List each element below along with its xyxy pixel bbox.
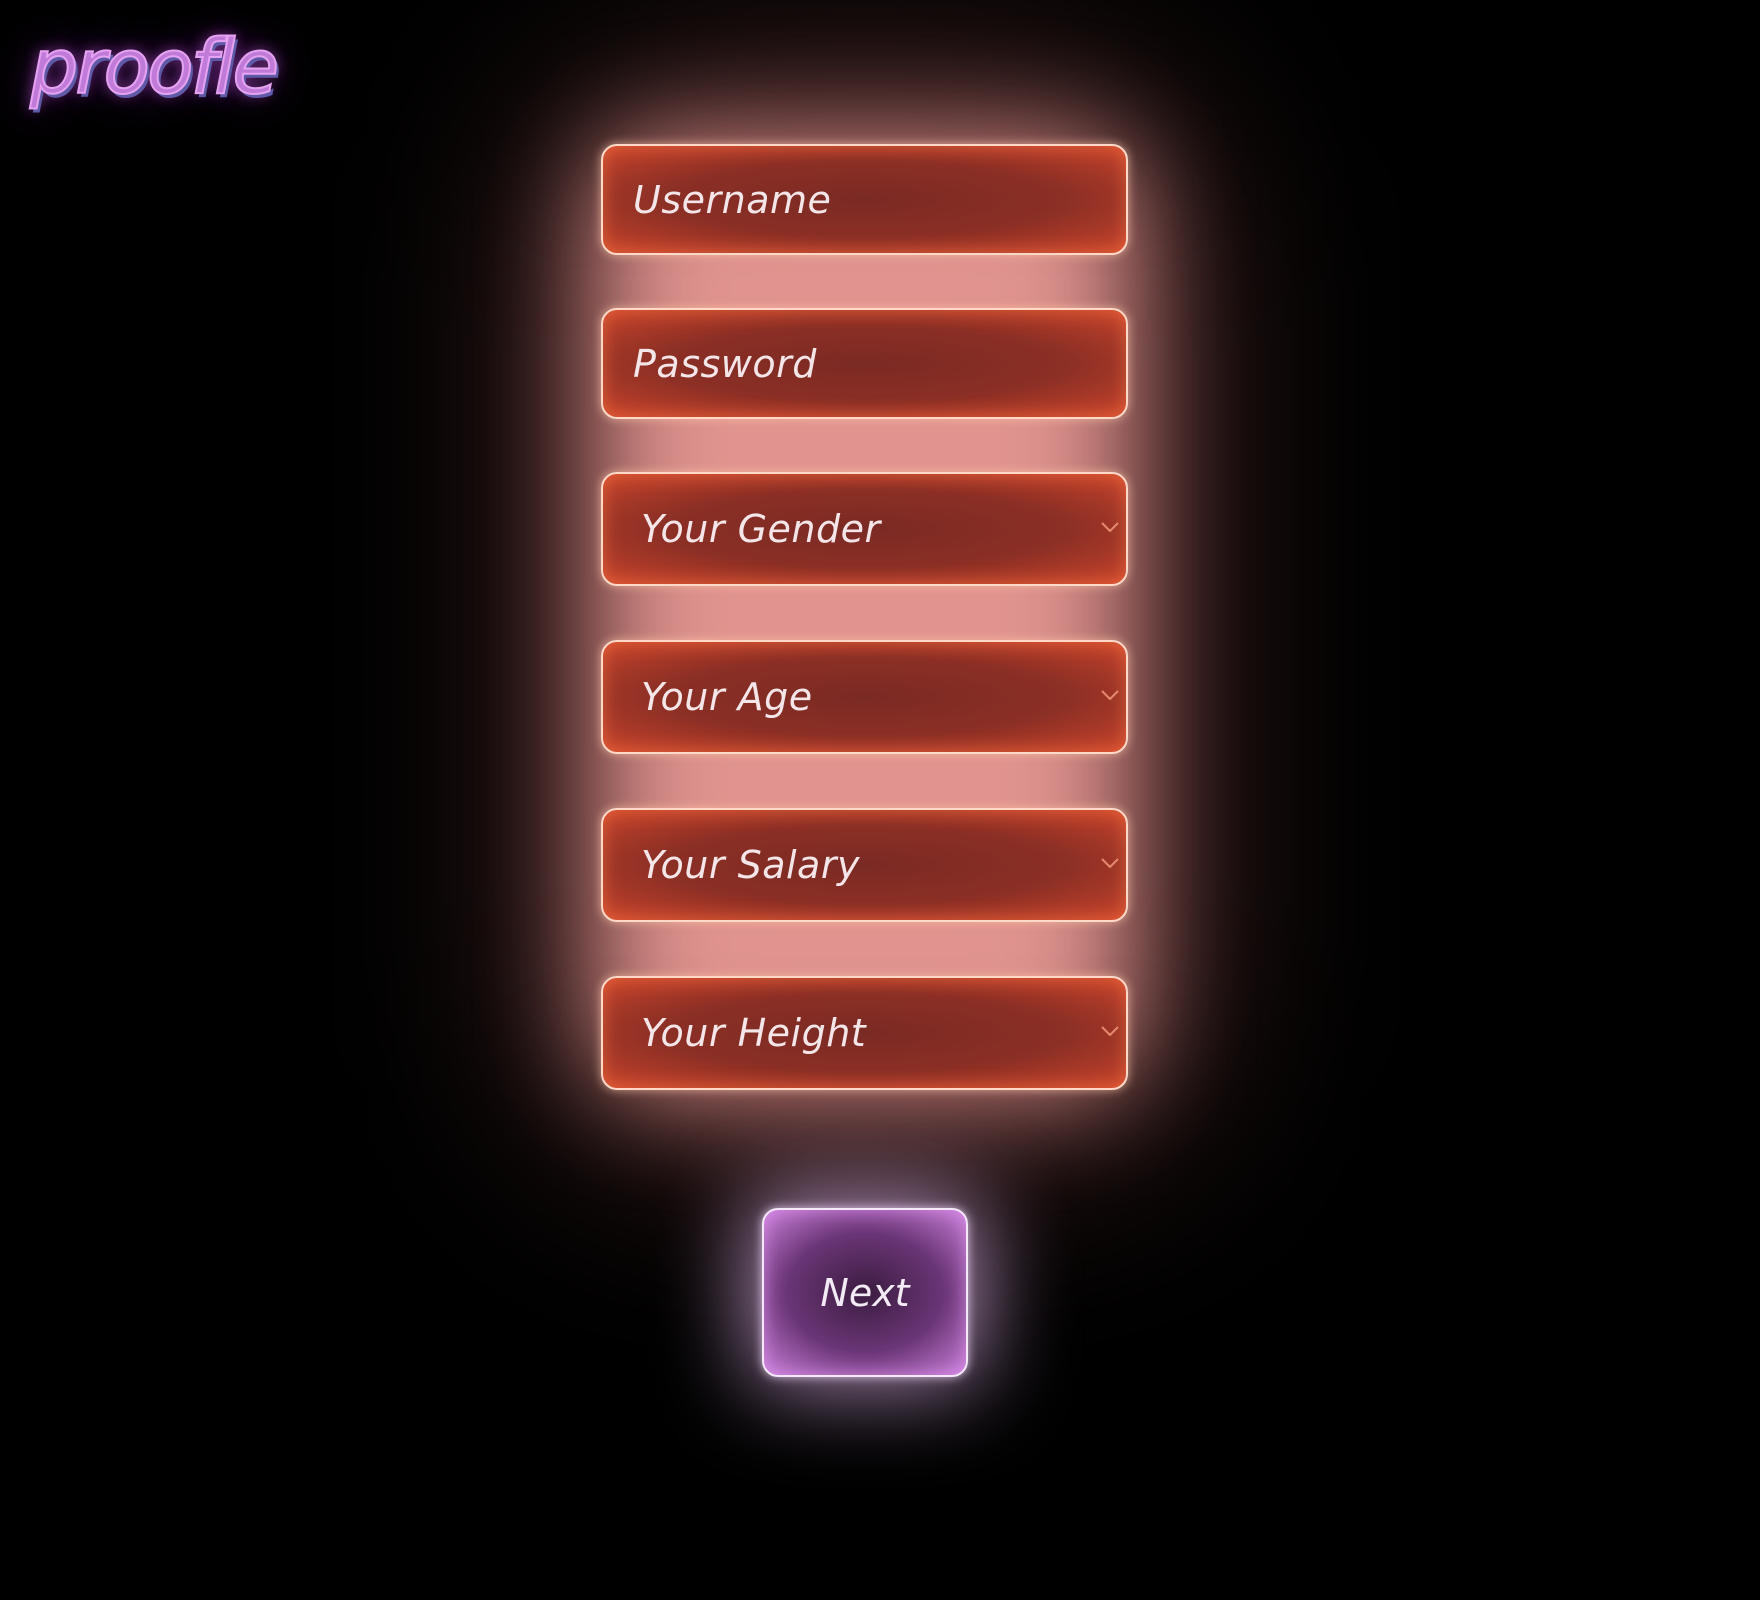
username-placeholder: Username — [633, 177, 832, 222]
password-field[interactable]: Password — [601, 308, 1128, 419]
height-select[interactable]: Your Height — [601, 976, 1128, 1090]
chevron-down-icon — [1101, 522, 1119, 533]
form-glow — [600, 145, 1130, 1085]
gender-select-value: Your Gender — [641, 507, 881, 551]
age-select[interactable]: Your Age — [601, 640, 1128, 754]
chevron-down-icon — [1101, 1026, 1119, 1037]
chevron-down-icon — [1101, 858, 1119, 869]
next-button-label: Next — [820, 1270, 910, 1315]
salary-select[interactable]: Your Salary — [601, 808, 1128, 922]
brand-logo[interactable]: proofle — [29, 21, 280, 112]
age-select-value: Your Age — [641, 675, 813, 719]
height-select-value: Your Height — [641, 1011, 867, 1055]
next-button[interactable]: Next — [762, 1208, 968, 1377]
password-placeholder: Password — [633, 341, 817, 386]
chevron-down-icon — [1101, 690, 1119, 701]
gender-select[interactable]: Your Gender — [601, 472, 1128, 586]
salary-select-value: Your Salary — [641, 843, 860, 887]
username-field[interactable]: Username — [601, 144, 1128, 255]
